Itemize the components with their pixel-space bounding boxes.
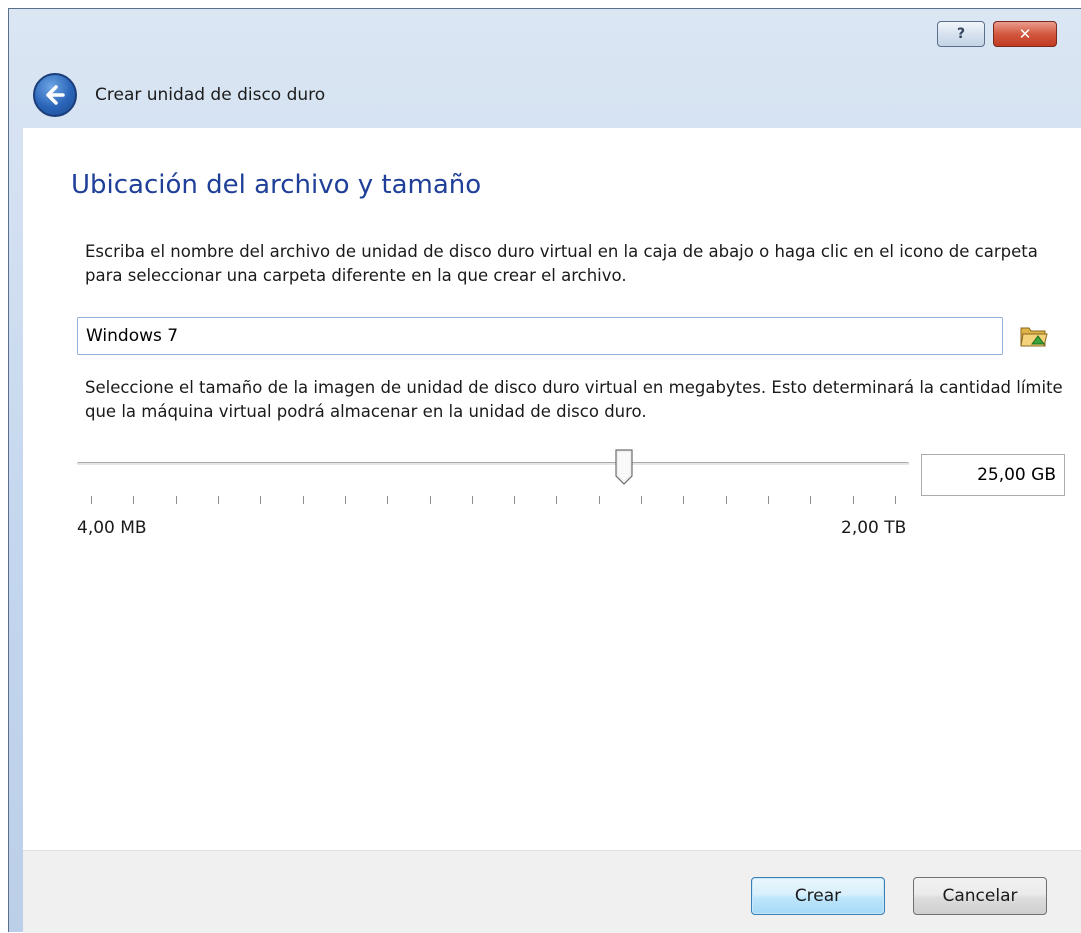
back-button[interactable] (33, 73, 77, 117)
slider-tick (345, 496, 346, 504)
file-instructions: Escriba el nombre del archivo de unidad … (85, 242, 1038, 285)
slider-tick (218, 496, 219, 504)
slider-tick (176, 496, 177, 504)
slider-groove (77, 462, 909, 466)
max-size-label: 2,00 TB (841, 518, 907, 538)
button-bar: Crear Cancelar (23, 850, 1081, 933)
slider-tick (430, 496, 431, 504)
slider-tick (556, 496, 557, 504)
slider-tick (599, 496, 600, 504)
dialog-window: ? ✕ Crear unidad de disco duro Ubicación… (8, 8, 1081, 933)
size-slider[interactable] (77, 446, 909, 506)
slider-tick (726, 496, 727, 504)
choose-folder-button[interactable] (1019, 322, 1049, 350)
slider-tick (641, 496, 642, 504)
wizard-page: Ubicación del archivo y tamaño Escriba e… (23, 128, 1081, 850)
slider-tick (810, 496, 811, 504)
slider-tick (303, 496, 304, 504)
slider-tick (514, 496, 515, 504)
page-heading: Ubicación del archivo y tamaño (71, 170, 482, 200)
slider-tick (260, 496, 261, 504)
slider-tick (768, 496, 769, 504)
window-title: Crear unidad de disco duro (95, 85, 326, 105)
size-input[interactable] (921, 454, 1065, 496)
slider-tick (472, 496, 473, 504)
size-instructions: Seleccione el tamaño de la imagen de uni… (85, 378, 1063, 421)
slider-tick (683, 496, 684, 504)
help-button[interactable]: ? (937, 21, 985, 47)
min-size-label: 4,00 MB (77, 518, 147, 538)
slider-tick (133, 496, 134, 504)
filename-input[interactable] (77, 317, 1003, 355)
slider-tick (895, 496, 896, 504)
create-button[interactable]: Crear (751, 877, 885, 915)
title-bar: ? ✕ Crear unidad de disco duro (9, 9, 1081, 127)
slider-tick (853, 496, 854, 504)
slider-tick (387, 496, 388, 504)
slider-tick (91, 496, 92, 504)
folder-icon (1020, 327, 1048, 347)
close-button[interactable]: ✕ (993, 21, 1057, 47)
cancel-button[interactable]: Cancelar (913, 877, 1047, 915)
back-arrow-icon (46, 85, 65, 105)
slider-thumb[interactable] (614, 448, 634, 486)
